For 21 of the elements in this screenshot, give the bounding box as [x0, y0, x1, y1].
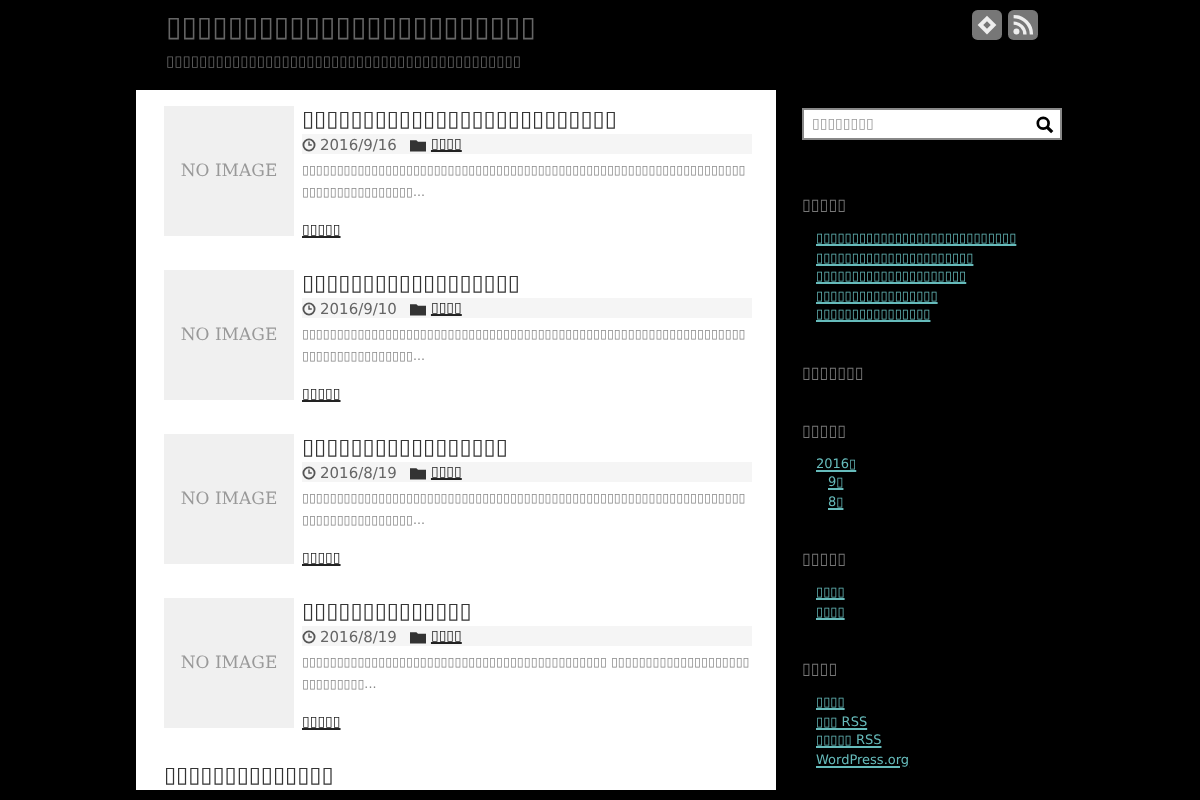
search-icon[interactable]	[1036, 115, 1054, 133]
folder-icon	[410, 629, 427, 643]
clock-icon	[302, 137, 316, 151]
clock-icon	[302, 301, 316, 315]
post-title[interactable]: ▯▯▯▯▯▯▯▯▯▯▯▯▯▯▯▯▯	[302, 434, 752, 460]
widget-title: ▯▯▯▯▯	[802, 196, 849, 216]
widget-title: ▯▯▯▯	[802, 660, 840, 680]
widget-title: ▯▯▯▯▯	[802, 550, 849, 570]
clock-icon	[302, 465, 316, 479]
site-title[interactable]: ▯▯▯▯▯▯▯▯▯▯▯▯▯▯▯▯▯▯▯▯▯▯▯▯	[166, 10, 536, 46]
clock-icon	[302, 629, 316, 643]
folder-icon	[410, 465, 427, 479]
folder-icon	[410, 137, 427, 151]
widget-title: ▯▯▯▯▯	[802, 421, 849, 441]
rss-icon[interactable]	[1008, 10, 1038, 40]
folder-icon	[410, 301, 427, 315]
widget-title: ▯▯▯▯▯▯▯	[802, 363, 866, 383]
post-title[interactable]: ▯▯▯▯▯▯▯▯▯▯▯▯▯▯	[164, 762, 752, 788]
post-title[interactable]: ▯▯▯▯▯▯▯▯▯▯▯▯▯▯▯▯▯▯▯▯▯▯▯▯▯▯	[302, 106, 752, 132]
post-title[interactable]: ▯▯▯▯▯▯▯▯▯▯▯▯▯▯▯▯▯▯	[302, 270, 752, 296]
post-title[interactable]: ▯▯▯▯▯▯▯▯▯▯▯▯▯▯	[302, 598, 752, 624]
